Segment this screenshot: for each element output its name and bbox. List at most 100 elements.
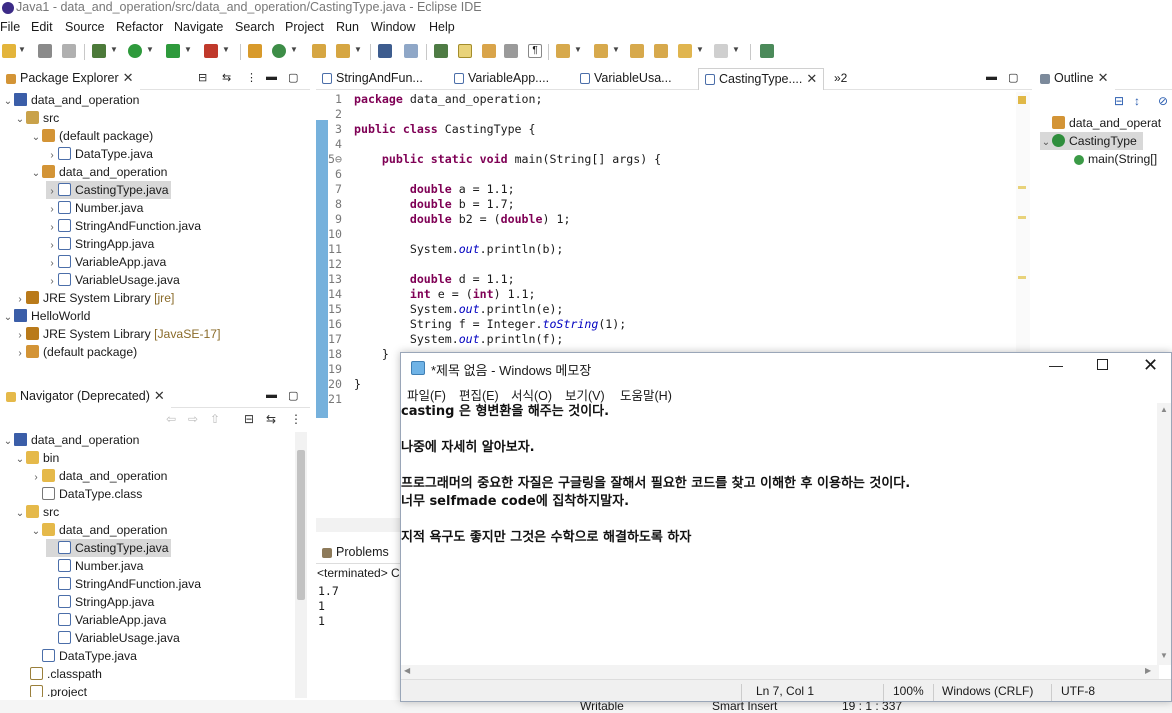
back-icon[interactable]: ⇦ [166, 412, 176, 426]
tree-item[interactable]: ⌄ data_and_operation [2, 431, 139, 449]
console-icon[interactable] [378, 44, 392, 58]
code-line[interactable]: 17 System.out.println(f); [316, 332, 1006, 347]
tree-item[interactable]: DataType.class [30, 485, 142, 503]
back-icon[interactable] [678, 44, 692, 58]
tree-item[interactable]: › StringApp.java [46, 235, 154, 253]
chevron-down-icon[interactable]: ⌄ [30, 523, 42, 541]
collapse-all-icon[interactable]: ⊟ [1114, 94, 1124, 108]
open-type-icon[interactable] [312, 44, 326, 58]
menu-format[interactable]: 서식(O) [511, 385, 552, 404]
toggle-mark-occurrences-icon[interactable] [434, 44, 448, 58]
last-edit-location-icon[interactable] [630, 44, 644, 58]
warning-marker[interactable] [1018, 216, 1026, 219]
tree-item[interactable]: .project [18, 683, 87, 697]
scroll-left-icon[interactable]: ◀ [404, 666, 410, 675]
code-line[interactable]: 8 double b = 1.7; [316, 197, 1006, 212]
maximize-icon[interactable]: ▢ [288, 71, 298, 84]
menu-run[interactable]: Run [336, 20, 359, 34]
tree-item[interactable]: VariableApp.java [46, 611, 166, 629]
code-line[interactable]: 10 [316, 227, 1006, 242]
coverage-icon[interactable] [166, 44, 180, 58]
tree-item[interactable]: › Number.java [46, 199, 143, 217]
menu-refactor[interactable]: Refactor [116, 20, 163, 34]
tree-item[interactable]: StringApp.java [46, 593, 154, 611]
chevron-down-icon[interactable]: ▼ [290, 45, 298, 54]
notepad-horizontal-scrollbar[interactable]: ◀ ▶ [401, 665, 1159, 679]
forward-icon[interactable] [714, 44, 728, 58]
chevron-down-icon[interactable]: ▼ [574, 45, 582, 54]
minimize-icon[interactable]: ▬ [986, 71, 997, 83]
skip-breakpoints-icon[interactable] [404, 44, 418, 58]
tab-outline[interactable]: Outline ✕ [1034, 68, 1115, 90]
code-line[interactable]: 12 [316, 257, 1006, 272]
tree-item[interactable]: ⌄ (default package) [30, 127, 153, 145]
tree-item[interactable]: ⌄ HelloWorld [2, 307, 90, 325]
tree-item[interactable]: ⌄ data_and_operation [30, 163, 167, 181]
chevron-down-icon[interactable]: ⌄ [14, 451, 26, 469]
up-icon[interactable]: ⇧ [210, 412, 220, 426]
link-with-editor-icon[interactable]: ⇆ [266, 412, 276, 426]
menu-search[interactable]: Search [235, 20, 275, 34]
close-icon[interactable]: ✕ [1143, 355, 1158, 376]
code-line[interactable]: 11 System.out.println(b); [316, 242, 1006, 257]
maximize-icon[interactable]: ▢ [288, 389, 298, 402]
tab-navigator[interactable]: Navigator (Deprecated) ✕ [0, 386, 171, 408]
previous-annotation-icon[interactable] [594, 44, 608, 58]
menu-file[interactable]: File [0, 20, 20, 34]
code-line[interactable]: 3 public class CastingType { [316, 122, 1006, 137]
tree-item[interactable]: DataType.java [30, 647, 137, 665]
chevron-down-icon[interactable]: ▼ [146, 45, 154, 54]
hide-fields-icon[interactable]: ⊘ [1158, 94, 1168, 108]
code-line[interactable]: 1 package data_and_operation; [316, 92, 1006, 107]
close-icon[interactable]: ✕ [123, 70, 134, 85]
menu-file[interactable]: 파일(F) [407, 385, 446, 404]
warning-marker[interactable] [1018, 96, 1026, 104]
next-annotation-icon[interactable] [556, 44, 570, 58]
minimize-icon[interactable]: — [1049, 357, 1063, 373]
tree-item-selected[interactable]: › CastingType.java [46, 181, 171, 199]
tree-item[interactable]: › VariableUsage.java [46, 271, 180, 289]
collapse-all-icon[interactable]: ⊟ [244, 412, 254, 426]
run-icon[interactable] [128, 44, 142, 58]
tree-item[interactable]: › (default package) [14, 343, 137, 361]
save-all-icon[interactable] [62, 44, 76, 58]
code-line[interactable]: 14 int e = (int) 1.1; [316, 287, 1006, 302]
tree-item[interactable]: › JRE System Library [JavaSE-17] [14, 325, 220, 343]
close-icon[interactable]: ✕ [154, 388, 165, 403]
show-whitespace-icon[interactable]: ¶ [528, 44, 542, 58]
search-icon[interactable] [336, 44, 350, 58]
new-java-project-icon[interactable] [248, 44, 262, 58]
tab-problems[interactable]: Problems [316, 542, 395, 564]
link-with-editor-icon[interactable]: ⇆ [222, 71, 231, 84]
chevron-down-icon[interactable]: ▼ [110, 45, 118, 54]
tab-package-explorer[interactable]: Package Explorer ✕ [0, 68, 140, 90]
scroll-right-icon[interactable]: ▶ [1145, 666, 1151, 675]
back-to-icon[interactable] [654, 44, 668, 58]
toggle-highlight-icon[interactable] [458, 44, 472, 58]
tree-item[interactable]: .classpath [18, 665, 102, 683]
chevron-down-icon[interactable]: ▼ [18, 45, 26, 54]
warning-marker[interactable] [1018, 186, 1026, 189]
notepad-title-bar[interactable]: *제목 없음 - Windows 메모장 — ✕ [401, 353, 1171, 383]
new-class-icon[interactable] [272, 44, 286, 58]
editor-hscroll[interactable] [316, 518, 402, 532]
tab-variableapp[interactable]: VariableApp.... [448, 68, 555, 90]
tree-item[interactable]: ⌄ data_and_operation [2, 91, 139, 109]
menu-edit[interactable]: Edit [31, 20, 53, 34]
code-line[interactable]: 13 double d = 1.1; [316, 272, 1006, 287]
code-line[interactable]: 16 String f = Integer.toString(1); [316, 317, 1006, 332]
notepad-vertical-scrollbar[interactable]: ▲ ▼ [1157, 403, 1171, 665]
tree-item[interactable]: Number.java [46, 557, 143, 575]
chevron-down-icon[interactable]: ⌄ [2, 93, 14, 111]
chevron-down-icon[interactable]: ⌄ [30, 129, 42, 147]
code-line[interactable]: 15 System.out.println(e); [316, 302, 1006, 317]
tree-item[interactable]: ⌄ data_and_operation [30, 521, 167, 539]
forward-icon[interactable]: ⇨ [188, 412, 198, 426]
menu-window[interactable]: Window [371, 20, 415, 34]
scroll-up-icon[interactable]: ▲ [1160, 405, 1168, 414]
new-icon[interactable] [2, 44, 16, 58]
tree-item[interactable]: ⌄ bin [14, 449, 59, 467]
notepad-text-area[interactable]: casting 은 형변환을 해주는 것이다. 나중에 자세히 알아보자. 프로… [401, 403, 1159, 665]
collapse-all-icon[interactable]: ⊟ [198, 71, 207, 84]
tree-item[interactable]: › data_and_operation [30, 467, 167, 485]
